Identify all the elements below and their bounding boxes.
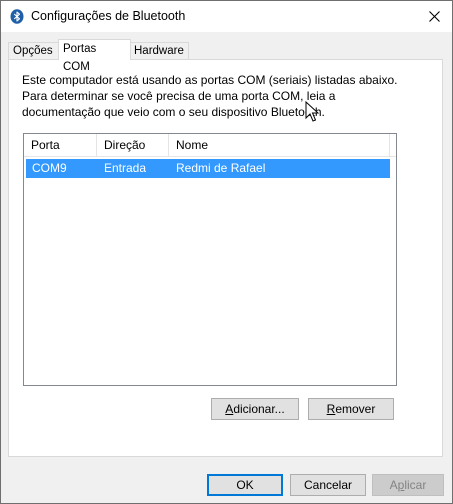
window-title: Configurações de Bluetooth — [31, 9, 186, 23]
tab-hardware[interactable]: Hardware — [129, 42, 189, 59]
ok-button[interactable]: OK — [207, 474, 283, 496]
column-header-porta[interactable]: Porta — [24, 134, 97, 156]
description-line: Para determinar se você precisa de uma p… — [22, 89, 336, 103]
column-header-label: Porta — [31, 138, 60, 152]
ok-button-label: OK — [236, 478, 254, 492]
close-icon — [428, 11, 440, 22]
close-button[interactable] — [416, 1, 452, 32]
apply-button[interactable]: Aplicar — [372, 474, 444, 496]
add-button-label: Adicionar... — [225, 402, 285, 416]
bluetooth-icon — [10, 9, 24, 24]
cancel-button-label: Cancelar — [303, 478, 353, 492]
tab-portas-com[interactable]: Portas COM — [58, 39, 131, 73]
title-bar[interactable]: Configurações de Bluetooth — [1, 1, 452, 32]
tab-label: Hardware — [134, 45, 184, 57]
column-header-direcao[interactable]: Direção — [97, 134, 169, 156]
remove-button[interactable]: Remover — [308, 398, 394, 420]
description-line: documentação que veio com o seu disposit… — [22, 105, 325, 119]
cancel-button[interactable]: Cancelar — [290, 474, 366, 496]
description-text: Este computador está usando as portas CO… — [22, 72, 422, 120]
apply-button-label: Aplicar — [389, 478, 427, 492]
com-ports-list[interactable]: Porta Direção Nome COM9 Entrada Redmi de… — [23, 133, 397, 386]
tab-opcoes[interactable]: Opções — [8, 42, 61, 59]
add-button[interactable]: Adicionar... — [211, 398, 299, 420]
cell-name: Redmi de Rafael — [176, 161, 266, 175]
column-header-label: Nome — [176, 138, 209, 152]
tab-label: Opções — [13, 45, 53, 57]
mouse-cursor-icon — [305, 101, 319, 122]
remove-button-label: Remover — [326, 402, 376, 416]
list-header: Porta Direção Nome — [24, 134, 396, 157]
column-header-label: Direção — [104, 138, 146, 152]
cell-port: COM9 — [32, 161, 67, 175]
tab-strip: Opções Portas COM Hardware — [8, 39, 444, 73]
cell-direction: Entrada — [104, 161, 147, 175]
table-row[interactable]: COM9 Entrada Redmi de Rafael — [26, 159, 390, 178]
column-header-nome[interactable]: Nome — [169, 134, 390, 156]
